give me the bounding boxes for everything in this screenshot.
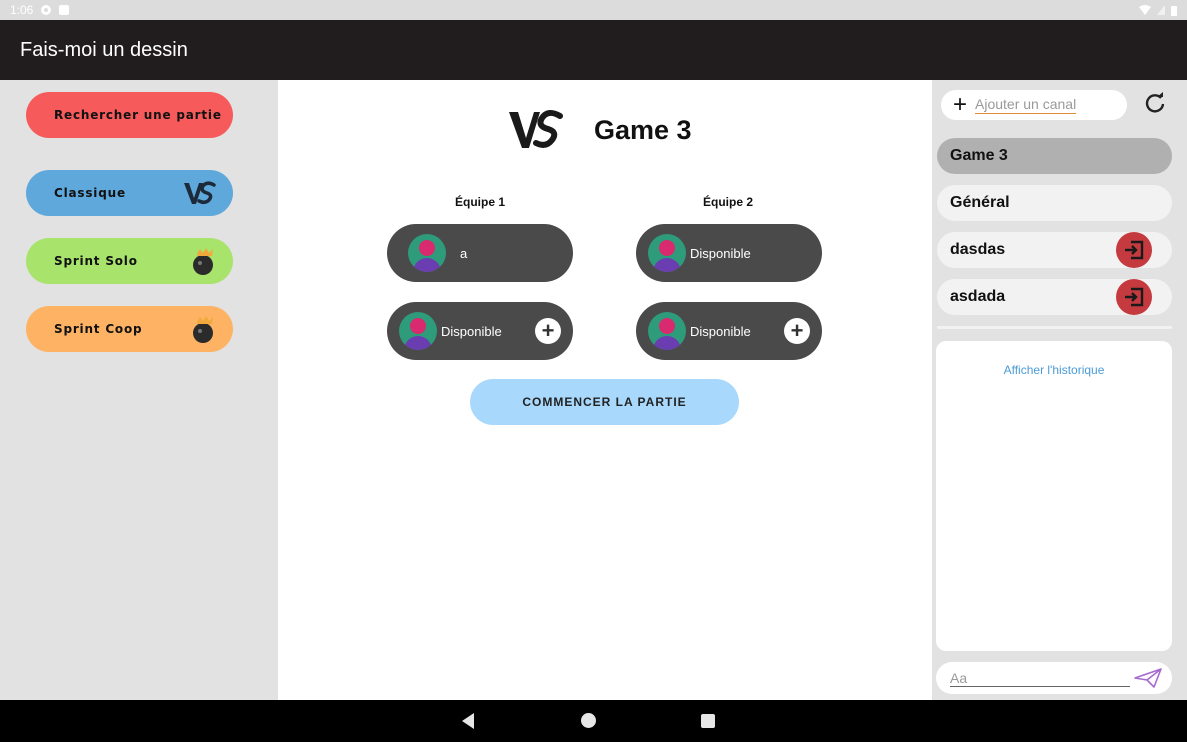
start-game-button[interactable]: COMMENCER LA PARTIE [470, 379, 739, 425]
bomb-crown-icon [193, 248, 213, 275]
app-title: Fais-moi un dessin [20, 38, 188, 61]
add-channel-placeholder: Ajouter un canal [975, 96, 1077, 114]
message-input[interactable]: Aa [936, 662, 1172, 694]
channel-name: asdada [950, 288, 1006, 305]
channel-name: Game 3 [950, 147, 1008, 164]
avatar [648, 234, 686, 272]
home-icon[interactable] [581, 713, 596, 728]
status-time: 1:06 [10, 3, 34, 17]
mode-label: Sprint Coop [54, 322, 143, 336]
recents-icon[interactable] [701, 714, 715, 728]
join-slot-button[interactable]: + [784, 318, 810, 344]
channel-name: Général [950, 194, 1010, 211]
chat-panel: + Ajouter un canal Game 3 Général dasdas… [932, 80, 1187, 700]
lobby-panel: Game 3 Équipe 1 Équipe 2 a Disponible + … [278, 80, 932, 700]
player-name: Disponible [690, 245, 751, 261]
player-name: Disponible [690, 323, 751, 339]
exit-icon [1125, 240, 1144, 260]
signal-icon [1157, 5, 1165, 15]
exit-icon [1125, 287, 1144, 307]
mode-classique-button[interactable]: Classique [26, 170, 233, 216]
mode-label: Classique [54, 186, 126, 200]
notification-status-icon [59, 5, 70, 15]
avatar [408, 234, 446, 272]
settings-status-icon [41, 5, 52, 15]
add-channel-field[interactable]: + Ajouter un canal [941, 90, 1127, 120]
lobby-header: Game 3 [508, 108, 692, 152]
send-icon[interactable] [1134, 668, 1162, 688]
channel-list-overflow [937, 326, 1172, 329]
join-slot-button[interactable]: + [535, 318, 561, 344]
channel-item-game-3[interactable]: Game 3 [937, 138, 1172, 174]
channel-name: dasdas [950, 241, 1006, 258]
status-bar: 1:06 [0, 0, 1187, 20]
team-2-label: Équipe 2 [702, 195, 753, 209]
leave-channel-button[interactable] [1116, 232, 1152, 268]
channel-item-general[interactable]: Général [937, 185, 1172, 221]
chat-messages-area: Afficher l'historique [936, 341, 1172, 651]
search-game-button[interactable]: Rechercher une partie [26, 92, 233, 138]
mode-sprint-coop-button[interactable]: Sprint Coop [26, 306, 233, 352]
add-icon[interactable]: + [953, 93, 967, 117]
search-game-label: Rechercher une partie [54, 108, 222, 122]
team-2-slot-1: Disponible [636, 224, 822, 282]
team-1-slot-1: a [387, 224, 573, 282]
player-name: a [460, 245, 468, 261]
vs-icon [184, 181, 216, 205]
vs-icon [509, 110, 563, 148]
battery-icon [1171, 5, 1177, 16]
app-bar: Fais-moi un dessin [0, 20, 1187, 80]
avatar [648, 312, 686, 350]
mode-sprint-solo-button[interactable]: Sprint Solo [26, 238, 233, 284]
navigation-bar [0, 700, 1187, 742]
game-title: Game 3 [594, 114, 692, 145]
team-2-slot-2: Disponible + [636, 302, 822, 360]
bomb-crown-icon [193, 316, 213, 343]
game-mode-panel: Rechercher une partie Classique Sprint S… [0, 80, 278, 700]
team-1-label: Équipe 1 [454, 195, 505, 209]
leave-channel-button[interactable] [1116, 279, 1152, 315]
avatar [399, 312, 437, 350]
message-placeholder: Aa [950, 670, 1130, 687]
channel-item-dasdas[interactable]: dasdas [937, 232, 1172, 268]
back-icon[interactable] [462, 713, 474, 729]
player-name: Disponible [441, 323, 502, 339]
channel-item-asdada[interactable]: asdada [937, 279, 1172, 315]
wifi-icon [1139, 5, 1151, 15]
team-1-slot-2: Disponible + [387, 302, 573, 360]
refresh-icon[interactable] [1144, 92, 1166, 114]
mode-label: Sprint Solo [54, 254, 138, 268]
show-history-link[interactable]: Afficher l'historique [936, 363, 1172, 377]
